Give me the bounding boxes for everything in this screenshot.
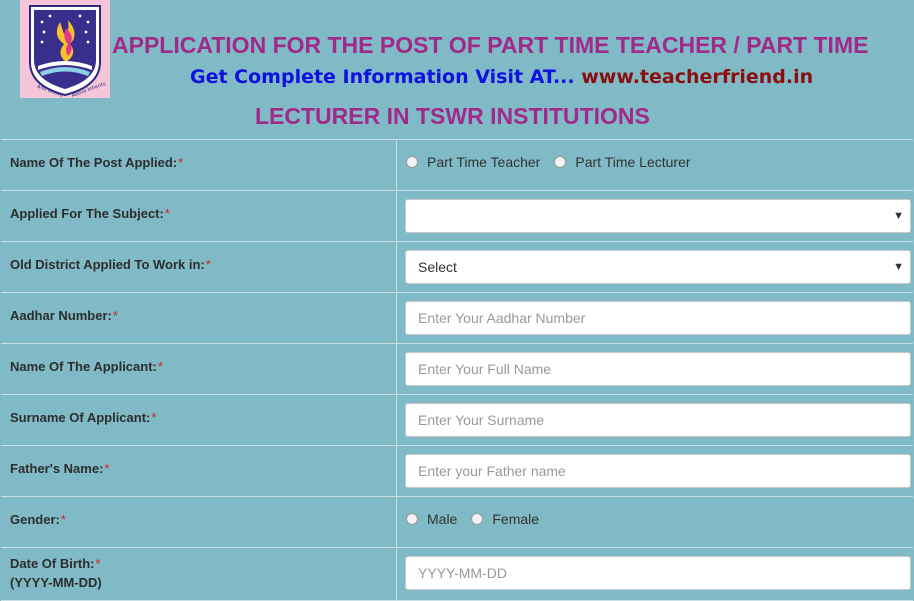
form-row-dob: Date Of Birth:* (YYYY-MM-DD)	[1, 548, 913, 601]
radio-circle-icon[interactable]	[406, 156, 418, 168]
form-row-subject: Applied For The Subject:* ▼	[1, 191, 913, 242]
subject-label: Applied For The Subject:*	[10, 206, 170, 221]
promo-text: Get Complete Information Visit AT...	[190, 66, 575, 88]
promo-banner: Get Complete Information Visit AT... www…	[190, 66, 813, 88]
district-select[interactable]: Select ▼	[405, 250, 911, 284]
aadhar-label: Aadhar Number:*	[10, 308, 118, 323]
dob-label: Date Of Birth:* (YYYY-MM-DD)	[10, 556, 102, 590]
father-name-label: Father's Name:*	[10, 461, 110, 476]
radio-circle-icon[interactable]	[471, 513, 484, 525]
surname-input[interactable]	[405, 403, 911, 437]
applicant-name-input[interactable]	[405, 352, 911, 386]
radio-part-time-lecturer[interactable]: Part Time Lecturer	[554, 154, 691, 170]
aadhar-input[interactable]	[405, 301, 911, 335]
chevron-down-icon: ▼	[893, 261, 904, 273]
form-row-applicant: Name Of The Applicant:*	[1, 344, 913, 395]
applicant-name-label: Name Of The Applicant:*	[10, 359, 163, 374]
page-title-line2: LECTURER IN TSWR INSTITUTIONS	[255, 103, 650, 129]
father-name-input[interactable]	[405, 454, 911, 488]
form-row-district: Old District Applied To Work in:* Select…	[1, 242, 913, 293]
gender-label: Gender:*	[10, 512, 66, 527]
form-row-aadhar: Aadhar Number:*	[1, 293, 913, 344]
radio-circle-icon[interactable]	[554, 156, 567, 168]
promo-url-link[interactable]: www.teacherfriend.in	[581, 66, 813, 88]
logo: Ano Goava Above Inherits	[20, 0, 110, 98]
application-form: Name Of The Post Applied:* Part Time Tea…	[1, 139, 913, 601]
district-label: Old District Applied To Work in:*	[10, 257, 211, 272]
post-label: Name Of The Post Applied:*	[10, 155, 184, 170]
form-row-surname: Surname Of Applicant:*	[1, 395, 913, 446]
surname-label: Surname Of Applicant:*	[10, 410, 157, 425]
subject-select[interactable]: ▼	[405, 199, 911, 233]
post-radio-group: Part Time Teacher Part Time Lecturer	[406, 154, 705, 170]
gender-radio-group: Male Female	[406, 511, 553, 527]
form-row-post: Name Of The Post Applied:* Part Time Tea…	[1, 140, 913, 191]
radio-female[interactable]: Female	[471, 511, 539, 527]
form-row-gender: Gender:* Male Female	[1, 497, 913, 548]
radio-male[interactable]: Male	[406, 511, 457, 527]
form-row-father: Father's Name:*	[1, 446, 913, 497]
page-header: Ano Goava Above Inherits APPLICATION FOR…	[0, 0, 914, 138]
dob-format-hint: (YYYY-MM-DD)	[10, 575, 102, 590]
page-title: APPLICATION FOR THE POST OF PART TIME TE…	[112, 32, 869, 58]
tswr-emblem-icon: Ano Goava Above Inherits	[29, 5, 107, 98]
radio-part-time-teacher[interactable]: Part Time Teacher	[406, 154, 540, 170]
radio-circle-icon[interactable]	[406, 513, 418, 525]
chevron-down-icon: ▼	[893, 210, 904, 222]
